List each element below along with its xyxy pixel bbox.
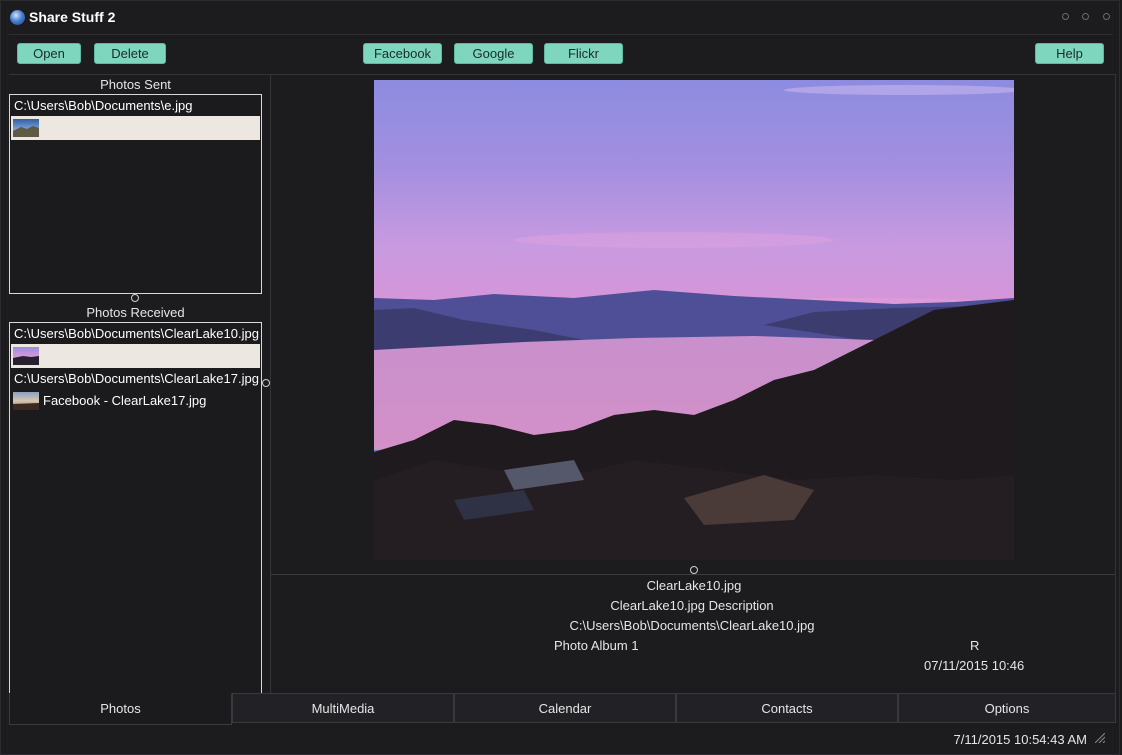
list-item[interactable]: C:\Users\Bob\Documents\ClearLake10.jpg <box>10 323 261 368</box>
photo-lists-panel: Photos Sent C:\Users\Bob\Documents\e.jpg… <box>9 74 262 694</box>
landscape-photo <box>374 80 1014 560</box>
tab-contacts[interactable]: Contacts <box>676 693 898 723</box>
preview-panel: ClearLake10.jpg ClearLake10.jpg Descript… <box>270 74 1116 694</box>
preview-description: ClearLake10.jpg Description <box>610 598 774 613</box>
preview-path: C:\Users\Bob\Documents\ClearLake10.jpg <box>569 618 815 633</box>
title-bar: Share Stuff 2 <box>1 1 1119 33</box>
preview-date: 07/11/2015 10:46 <box>924 658 1025 673</box>
tab-calendar[interactable]: Calendar <box>454 693 676 723</box>
list-item-thumb-row[interactable]: Facebook - ClearLake17.jpg <box>11 389 260 413</box>
window-title: Share Stuff 2 <box>29 9 116 25</box>
list-item-thumb-row[interactable] <box>11 116 260 140</box>
minimize-icon[interactable] <box>1062 13 1069 20</box>
google-button[interactable]: Google <box>454 43 533 64</box>
resize-grip-icon[interactable] <box>1095 733 1105 743</box>
photo-thumbnail <box>13 119 39 137</box>
photo-thumbnail <box>13 392 39 410</box>
open-button[interactable]: Open <box>17 43 81 64</box>
info-divider <box>271 574 1115 575</box>
photos-received-label: Photos Received <box>86 305 185 320</box>
list-item-caption: Facebook - ClearLake17.jpg <box>43 393 207 408</box>
photos-sent-list[interactable]: C:\Users\Bob\Documents\e.jpg <box>9 94 262 294</box>
photo-thumbnail <box>13 347 39 365</box>
flickr-button[interactable]: Flickr <box>544 43 623 64</box>
close-icon[interactable] <box>1103 13 1110 20</box>
photos-received-list[interactable]: C:\Users\Bob\Documents\ClearLake10.jpg C… <box>9 322 262 694</box>
preview-flag: R <box>970 638 980 653</box>
list-item-path: C:\Users\Bob\Documents\ClearLake10.jpg <box>14 326 259 341</box>
tab-bar: Photos MultiMedia Calendar Contacts Opti… <box>9 693 1116 725</box>
list-item-path: C:\Users\Bob\Documents\e.jpg <box>14 98 193 113</box>
tab-options[interactable]: Options <box>898 693 1116 723</box>
preview-splitter-handle[interactable] <box>690 566 698 574</box>
status-datetime: 7/11/2015 10:54:43 AM <box>953 732 1087 747</box>
list-item[interactable]: C:\Users\Bob\Documents\e.jpg <box>10 95 261 140</box>
toolbar: Open Delete Facebook Google Flickr Help <box>9 34 1113 75</box>
tab-multimedia[interactable]: MultiMedia <box>232 693 454 723</box>
delete-button[interactable]: Delete <box>94 43 166 64</box>
preview-album: Photo Album 1 <box>554 638 639 653</box>
tab-photos[interactable]: Photos <box>9 693 232 725</box>
list-item-path: C:\Users\Bob\Documents\ClearLake17.jpg <box>14 371 259 386</box>
app-window: Share Stuff 2 Open Delete Facebook Googl… <box>0 0 1120 755</box>
photos-sent-label: Photos Sent <box>100 77 171 92</box>
preview-filename: ClearLake10.jpg <box>646 578 742 593</box>
help-button[interactable]: Help <box>1035 43 1104 64</box>
facebook-button[interactable]: Facebook <box>363 43 442 64</box>
list-item-thumb-row[interactable] <box>11 344 260 368</box>
preview-image <box>374 80 1014 560</box>
app-globe-icon <box>10 10 25 25</box>
vertical-splitter-handle[interactable] <box>262 379 270 387</box>
maximize-icon[interactable] <box>1082 13 1089 20</box>
left-splitter-handle[interactable] <box>131 294 139 302</box>
list-item[interactable]: C:\Users\Bob\Documents\ClearLake17.jpg F… <box>10 368 261 413</box>
